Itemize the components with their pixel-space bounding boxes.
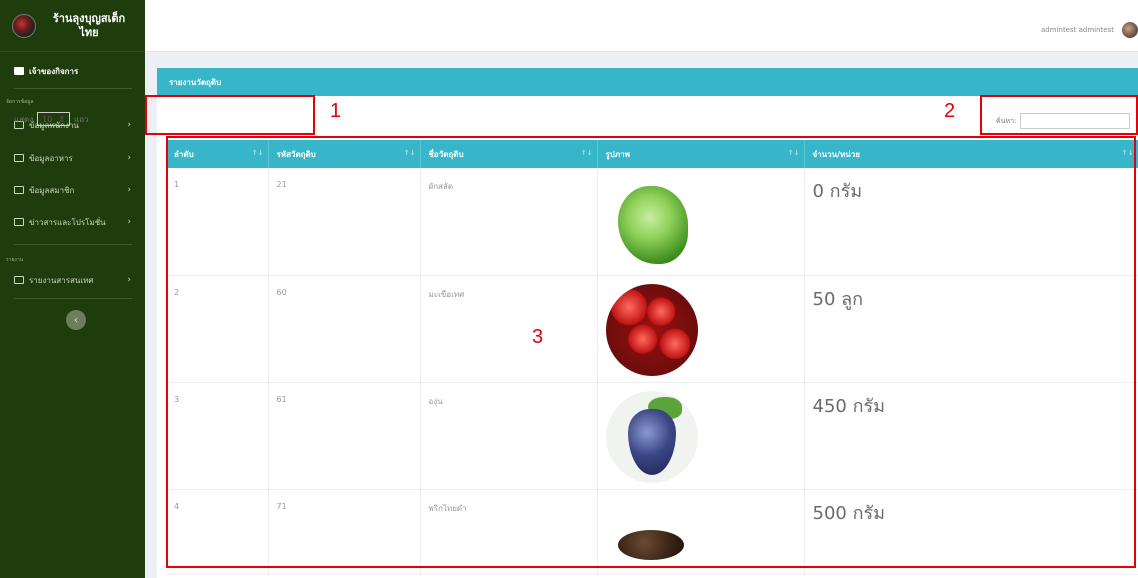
user-name[interactable]: admintest admintest	[1041, 26, 1114, 34]
avatar[interactable]	[1122, 22, 1138, 38]
chevron-right-icon: ›	[127, 153, 131, 163]
sidebar-item-label: รายงานสารสนเทศ	[29, 275, 94, 285]
entries-select[interactable]: 10 ⇕	[37, 112, 71, 126]
annotation-label-2: 2	[944, 100, 956, 122]
sidebar-item-label: เจ้าของกิจการ	[29, 66, 79, 76]
sidebar-divider	[14, 88, 132, 89]
sidebar-item-members[interactable]: ข้อมูลสมาชิก ›	[0, 181, 145, 199]
megaphone-icon	[14, 218, 24, 226]
sidebar-section-data: จัดการข้อมูล	[6, 99, 34, 105]
food-icon	[14, 154, 24, 162]
annotation-box-1	[145, 95, 315, 135]
annotation-label-3: 3	[532, 326, 544, 348]
sidebar-item-label: ข้อมูลสมาชิก	[29, 185, 75, 195]
annotation-box-3	[166, 136, 1136, 568]
sidebar-item-report[interactable]: รายงานสารสนเทศ ›	[0, 271, 145, 289]
brand-logo	[12, 13, 36, 38]
select-arrows-icon: ⇕	[58, 114, 66, 124]
show-suffix: แถว	[74, 114, 89, 124]
sidebar-divider	[14, 298, 132, 299]
brand-title: ร้านลุงบุญสเต็กไทย	[52, 11, 126, 39]
chevron-right-icon: ›	[127, 185, 131, 195]
chevron-right-icon: ›	[127, 275, 131, 285]
users-icon	[14, 186, 24, 194]
annotation-label-1: 1	[330, 100, 342, 122]
sidebar-item-news[interactable]: ข่าวสารและโปรโมชั่น ›	[0, 213, 145, 231]
entries-length-control: แสดง 10 ⇕ แถว	[14, 112, 89, 126]
sidebar-item-label: ข่าวสารและโปรโมชั่น	[29, 217, 106, 227]
sidebar-divider	[14, 244, 132, 245]
brand[interactable]: ร้านลุงบุญสเต็กไทย	[0, 0, 145, 52]
panel-title: รายงานวัตถุดิบ	[157, 68, 1138, 96]
sidebar-item-label: ข้อมูลอาหาร	[29, 153, 73, 163]
chevron-right-icon: ›	[127, 217, 131, 227]
show-prefix: แสดง	[14, 114, 34, 124]
sidebar-item-food[interactable]: ข้อมูลอาหาร ›	[0, 149, 145, 167]
folder-icon	[14, 276, 24, 284]
top-navbar: admintest admintest	[145, 0, 1138, 52]
entries-select-value: 10	[42, 114, 53, 124]
sidebar-section-report: รายงาน	[6, 257, 24, 263]
sidebar-collapse-button[interactable]: ‹	[66, 310, 86, 330]
chevron-right-icon: ›	[127, 120, 131, 130]
sidebar-item-owner[interactable]: เจ้าของกิจการ	[0, 62, 145, 80]
sidebar: ร้านลุงบุญสเต็กไทย เจ้าของกิจการ จัดการข…	[0, 0, 145, 578]
id-card-icon	[14, 67, 24, 75]
annotation-box-2	[980, 95, 1138, 135]
